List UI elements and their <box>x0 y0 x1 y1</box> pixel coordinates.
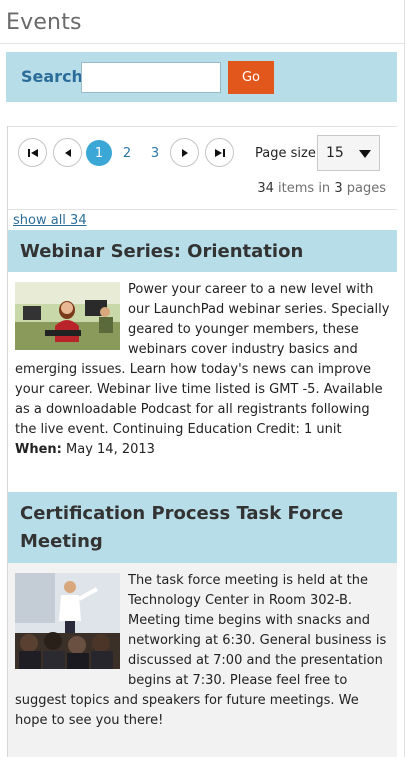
event-title-link[interactable]: Certification Process Task Force Meeting <box>20 500 360 556</box>
last-page-button[interactable] <box>205 138 234 167</box>
events-widget: Events Search Go 1 2 3 Page size: 15 34 … <box>0 0 405 757</box>
search-input[interactable] <box>81 62 221 93</box>
search-bar: Search Go <box>6 52 397 102</box>
event-title-link[interactable]: Webinar Series: Orientation <box>20 238 303 266</box>
go-button[interactable]: Go <box>228 61 274 94</box>
event-header: Webinar Series: Orientation <box>8 230 397 272</box>
last-page-icon <box>214 148 225 157</box>
event-item: The task force meeting is held at the Te… <box>8 563 397 757</box>
page-1-button[interactable]: 1 <box>86 140 112 166</box>
page-size-select[interactable]: 15 <box>317 135 380 171</box>
show-all-link[interactable]: show all 34 <box>13 213 87 228</box>
page-size-value: 15 <box>326 145 344 161</box>
chevron-down-icon <box>359 150 371 158</box>
title-divider <box>0 43 405 44</box>
pager-summary: 34 items in 3 pages <box>257 181 386 196</box>
presentation-audience-photo <box>15 573 120 669</box>
prev-page-button[interactable] <box>53 138 82 167</box>
search-label: Search <box>21 67 83 86</box>
events-panel: 1 2 3 Page size: 15 34 items in 3 pages … <box>7 126 397 757</box>
page-3-button[interactable]: 3 <box>142 140 168 166</box>
page-size-label: Page size: <box>255 146 321 161</box>
next-page-button[interactable] <box>170 138 199 167</box>
event-header: Certification Process Task Force Meeting <box>8 492 397 563</box>
total-pages: 3 <box>334 181 343 196</box>
computer-lab-photo <box>15 282 120 350</box>
first-page-icon <box>27 148 38 157</box>
pages-text: pages <box>346 181 386 196</box>
event-description: The task force meeting is held at the Te… <box>15 571 390 731</box>
next-page-icon <box>181 148 188 157</box>
event-item: Power your career to a new level with ou… <box>8 272 397 492</box>
page-2-button[interactable]: 2 <box>114 140 140 166</box>
first-page-button[interactable] <box>18 138 47 167</box>
prev-page-icon <box>64 148 71 157</box>
pager: 1 2 3 Page size: 15 34 items in 3 pages <box>8 126 397 210</box>
when-label: When: <box>15 442 62 457</box>
event-when: When: May 14, 2013 <box>15 442 155 457</box>
when-value: May 14, 2013 <box>66 442 155 457</box>
page-title: Events <box>6 10 82 35</box>
items-in-text: items in <box>278 181 331 196</box>
total-items: 34 <box>257 181 274 196</box>
event-description: Power your career to a new level with ou… <box>15 280 390 440</box>
